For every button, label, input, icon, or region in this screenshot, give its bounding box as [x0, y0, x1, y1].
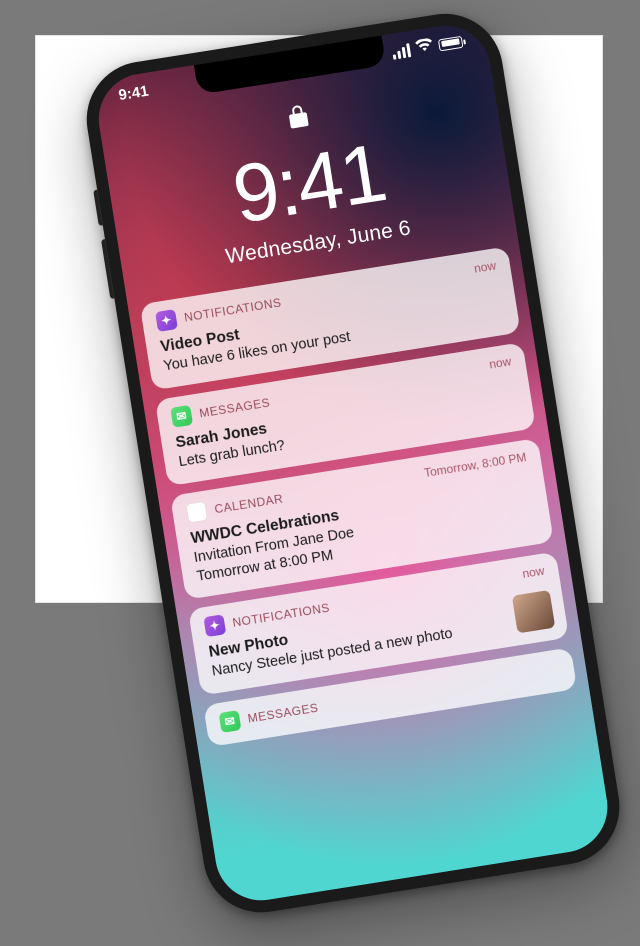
lock-icon	[286, 102, 311, 136]
wifi-icon	[415, 37, 434, 55]
notif-app-icon: ✦	[155, 309, 178, 332]
notification-app-label: NOTIFICATIONS	[183, 295, 282, 324]
phone-device: 9:41 9:41 Wednesday, June 6	[78, 6, 627, 921]
notification-app-label: MESSAGES	[247, 701, 320, 726]
notif-app-icon: ✦	[203, 615, 226, 638]
msg-app-icon: ✉	[219, 710, 242, 733]
notification-thumbnail	[512, 590, 555, 633]
image-frame: 9:41 9:41 Wednesday, June 6	[35, 35, 603, 603]
notification-app-label: CALENDAR	[213, 491, 284, 516]
battery-icon	[438, 35, 464, 51]
notification-list: ✦NOTIFICATIONSnowVideo PostYou have 6 li…	[140, 246, 578, 747]
notification-app-label: NOTIFICATIONS	[232, 601, 331, 630]
msg-app-icon: ✉	[170, 405, 193, 428]
cal-app-icon: 7	[185, 500, 208, 523]
lock-screen[interactable]: 9:41 9:41 Wednesday, June 6	[92, 19, 614, 907]
notification-app-label: MESSAGES	[198, 395, 271, 420]
signal-icon	[391, 43, 411, 60]
